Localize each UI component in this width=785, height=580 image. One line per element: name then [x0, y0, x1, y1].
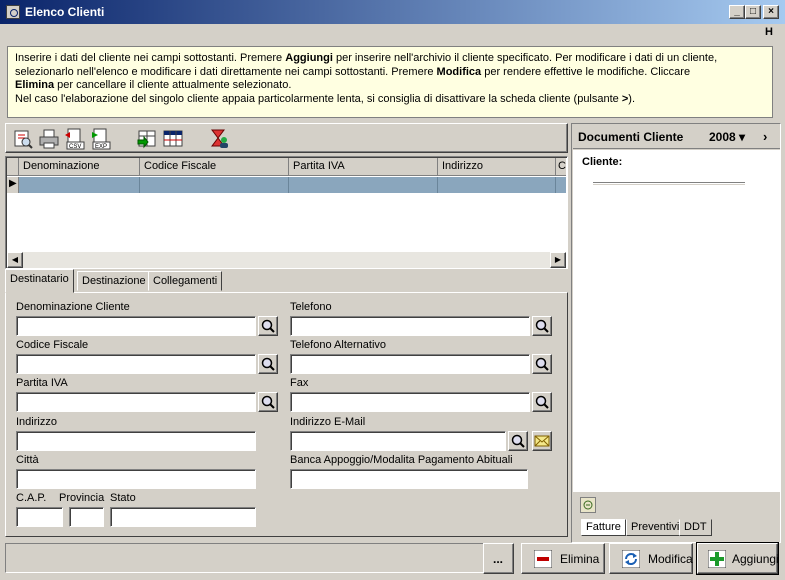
tab-destinazione[interactable]: Destinazione	[77, 271, 151, 291]
refresh-icon	[622, 550, 640, 568]
partita-iva-label: Partita IVA	[16, 377, 68, 389]
search-icon	[535, 395, 549, 409]
export-csv-icon[interactable]: CSV	[64, 128, 86, 150]
search-icon	[535, 319, 549, 333]
search-document-icon[interactable]	[12, 128, 34, 150]
documents-title: Documenti Cliente	[578, 130, 684, 144]
search-icon	[261, 357, 275, 371]
close-button[interactable]: ×	[763, 5, 779, 19]
search-icon	[261, 319, 275, 333]
horizontal-scrollbar[interactable]: ◀ ▶	[7, 252, 566, 268]
destinatario-panel: Denominazione Cliente Codice Fiscale Par…	[5, 292, 568, 537]
search-icon	[511, 434, 525, 448]
documents-footer	[573, 492, 780, 518]
search-icon	[261, 395, 275, 409]
toggle-customer-card-button[interactable]: ›	[763, 129, 767, 144]
menu-bar: H	[0, 24, 785, 42]
cap-label: C.A.P.	[16, 492, 47, 504]
cliente-label: Cliente:	[582, 156, 623, 168]
email-label: Indirizzo E-Mail	[290, 416, 366, 428]
svg-text:EXP: EXP	[95, 144, 107, 150]
year-selector[interactable]: 2008 ▾	[709, 130, 745, 144]
citta-label: Città	[16, 454, 39, 466]
column-header-indirizzo[interactable]: Indirizzo	[438, 158, 556, 176]
cliente-separator	[593, 182, 745, 185]
toolbar: CSV EXP	[5, 123, 568, 153]
status-bar	[5, 543, 513, 573]
hourglass-user-icon[interactable]	[208, 128, 230, 150]
search-fax-button[interactable]	[532, 392, 552, 412]
fax-field[interactable]	[290, 392, 530, 412]
banca-field[interactable]	[290, 469, 528, 489]
column-header-c[interactable]: C	[556, 158, 566, 176]
documents-panel: Documenti Cliente 2008 ▾ › Cliente: Fatt…	[571, 123, 781, 543]
banca-label: Banca Appoggio/Modalita Pagamento Abitua…	[290, 454, 513, 466]
title-bar: Elenco Clienti _ □ ×	[0, 0, 785, 24]
column-header-denominazione[interactable]: Denominazione	[19, 158, 140, 176]
envelope-icon	[534, 435, 550, 447]
print-icon[interactable]	[38, 128, 60, 150]
scroll-right-icon[interactable]: ▶	[550, 252, 566, 268]
column-header-partita-iva[interactable]: Partita IVA	[289, 158, 438, 176]
table-row[interactable]: ▶	[7, 177, 566, 193]
aggiungi-button[interactable]: Aggiungi	[696, 542, 779, 575]
search-telefono-alternativo-button[interactable]	[532, 354, 552, 374]
provincia-label: Provincia	[59, 492, 105, 504]
search-email-button[interactable]	[508, 431, 528, 451]
search-telefono-button[interactable]	[532, 316, 552, 336]
elimina-button[interactable]: Elimina	[521, 543, 605, 574]
remove-icon	[534, 550, 552, 568]
telefono-alternativo-label: Telefono Alternativo	[290, 339, 387, 351]
codice-fiscale-label: Codice Fiscale	[16, 339, 89, 351]
search-icon	[535, 357, 549, 371]
import-icon[interactable]	[136, 128, 158, 150]
add-icon	[708, 550, 726, 568]
denominazione-label: Denominazione Cliente	[16, 301, 130, 313]
search-codice-fiscale-button[interactable]	[258, 354, 278, 374]
cap-field[interactable]	[16, 507, 63, 527]
telefono-alternativo-field[interactable]	[290, 354, 530, 374]
help-menu[interactable]: H	[765, 26, 773, 38]
send-email-button[interactable]	[532, 431, 552, 451]
codice-fiscale-field[interactable]	[16, 354, 256, 374]
modifica-button[interactable]: Modifica	[609, 543, 693, 574]
indirizzo-label: Indirizzo	[16, 416, 57, 428]
search-partita-iva-button[interactable]	[258, 392, 278, 412]
tab-collegamenti[interactable]: Collegamenti	[148, 271, 223, 291]
fax-label: Fax	[290, 377, 309, 389]
partita-iva-field[interactable]	[16, 392, 256, 412]
tab-fatture[interactable]: Fatture	[581, 519, 626, 536]
provincia-field[interactable]	[69, 507, 104, 527]
minimize-button[interactable]: _	[729, 5, 745, 19]
email-field[interactable]	[290, 431, 506, 451]
denominazione-field[interactable]	[16, 316, 256, 336]
stato-field[interactable]	[110, 507, 256, 527]
documents-body: Cliente:	[573, 150, 780, 492]
search-denominazione-button[interactable]	[258, 316, 278, 336]
indirizzo-field[interactable]	[16, 431, 256, 451]
app-icon[interactable]	[6, 5, 20, 19]
tab-ddt[interactable]: DDT	[679, 519, 712, 536]
columns-icon[interactable]	[162, 128, 184, 150]
grid-header: Denominazione Codice Fiscale Partita IVA…	[7, 158, 566, 176]
maximize-button[interactable]: □	[745, 5, 761, 19]
row-indicator-header	[7, 158, 19, 176]
tab-preventivi[interactable]: Preventivi	[626, 519, 685, 536]
tab-destinatario[interactable]: Destinatario	[5, 269, 74, 293]
export-exp-icon[interactable]: EXP	[90, 128, 112, 150]
stato-label: Stato	[110, 492, 136, 504]
telefono-label: Telefono	[290, 301, 332, 313]
svg-text:CSV: CSV	[69, 144, 81, 150]
column-header-codice-fiscale[interactable]: Codice Fiscale	[140, 158, 289, 176]
row-indicator: ▶	[7, 177, 19, 193]
citta-field[interactable]	[16, 469, 256, 489]
info-box: Inserire i dati del cliente nei campi so…	[7, 46, 773, 118]
telefono-field[interactable]	[290, 316, 530, 336]
window-title: Elenco Clienti	[25, 5, 105, 19]
scroll-left-icon[interactable]: ◀	[7, 252, 23, 268]
documents-header: Documenti Cliente 2008 ▾ ›	[573, 125, 780, 149]
more-button[interactable]: ...	[483, 543, 514, 574]
clients-grid[interactable]: Denominazione Codice Fiscale Partita IVA…	[5, 156, 568, 269]
document-icon[interactable]	[580, 497, 596, 513]
